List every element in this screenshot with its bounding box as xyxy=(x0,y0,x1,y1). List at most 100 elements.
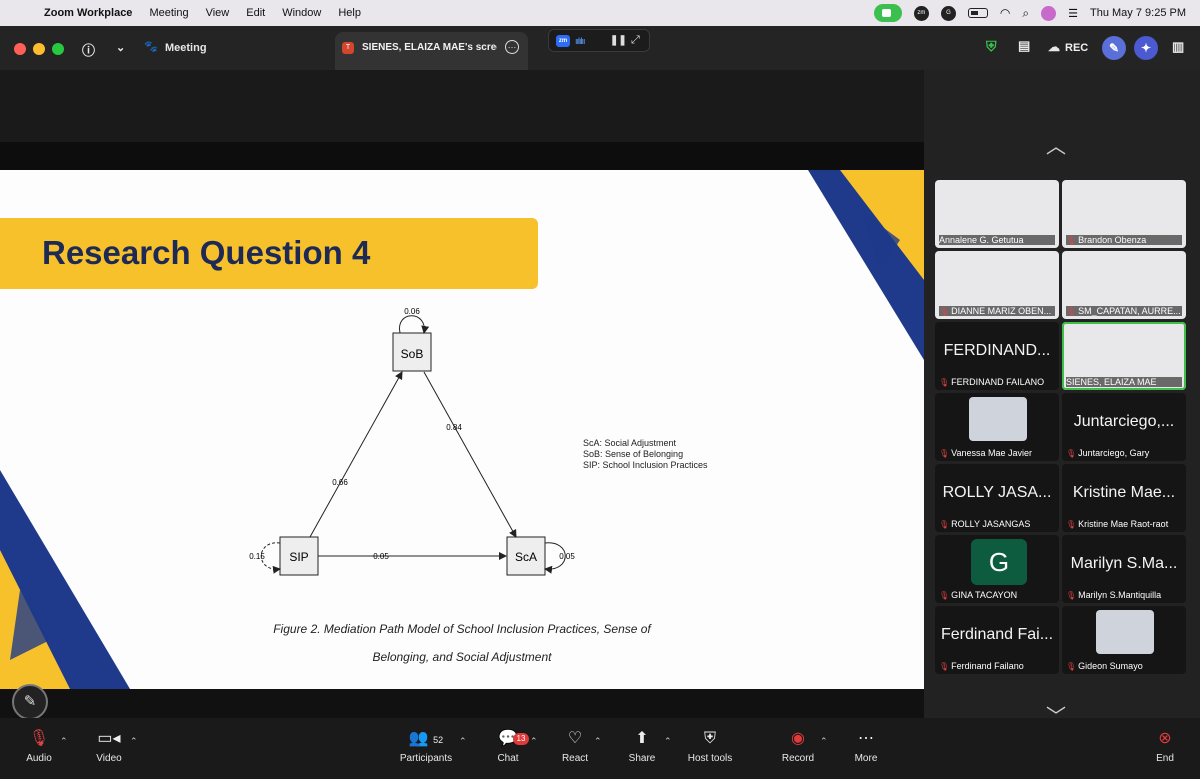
share-screen-icon: ⬆ xyxy=(635,730,649,747)
siri-icon[interactable] xyxy=(1041,5,1057,21)
abbreviation-legend: ScA: Social Adjustment SoB: Sense of Bel… xyxy=(583,438,708,471)
video-options-caret[interactable]: ⌃ xyxy=(130,736,138,747)
chevron-down-icon[interactable]: ⌄ xyxy=(116,41,125,54)
annotation-pencil-button[interactable]: ✎ xyxy=(12,684,48,720)
end-meeting-button[interactable]: ⊗ End xyxy=(1150,728,1180,764)
grammarly-icon[interactable]: G xyxy=(940,5,956,21)
record-options-caret[interactable]: ⌃ xyxy=(820,736,828,747)
participant-tile[interactable]: Juntarciego,... 🎙 Juntarciego, Gary xyxy=(1062,393,1186,461)
audio-wave-icon: ıılılıı xyxy=(575,36,585,46)
cloud-icon[interactable]: ☁ xyxy=(1048,40,1060,54)
menu-help[interactable]: Help xyxy=(338,7,361,19)
more-options-icon[interactable]: … xyxy=(505,40,519,54)
maximize-window-button[interactable] xyxy=(52,43,64,55)
mic-muted-icon: 🎙 xyxy=(1066,449,1077,458)
camera-in-use-icon[interactable] xyxy=(873,4,902,22)
mac-menubar: Zoom Workplace Meeting View Edit Window … xyxy=(0,0,1200,26)
legend-sip: SIP: School Inclusion Practices xyxy=(583,460,708,470)
share-button[interactable]: ⬆ Share xyxy=(626,728,658,764)
menu-app-name[interactable]: Zoom Workplace xyxy=(44,7,132,19)
react-options-caret[interactable]: ⌃ xyxy=(594,736,602,747)
ai-companion-icon[interactable]: ✦ xyxy=(1134,36,1158,60)
expand-icon[interactable]: ⤢ xyxy=(631,34,640,47)
chat-unread-badge: 13 xyxy=(513,733,529,745)
host-tools-button[interactable]: ⛨ Host tools xyxy=(684,728,736,764)
record-button[interactable]: ◉ Record xyxy=(779,728,817,764)
chat-options-caret[interactable]: ⌃ xyxy=(530,736,538,747)
mic-muted-icon: 🎙 xyxy=(939,591,950,600)
layout-icon[interactable]: ▥ xyxy=(1172,39,1184,55)
path-sob-sca xyxy=(423,371,517,538)
participant-display-name: Juntarciego,... xyxy=(1073,413,1175,430)
zoom-status-icon[interactable]: zm xyxy=(913,5,929,21)
participant-tile[interactable]: 🎙 Brandon Obenza xyxy=(1062,180,1186,248)
participant-tile[interactable]: SIENES, ELAIZA MAE xyxy=(1062,322,1186,390)
audio-button[interactable]: 🎙 Audio xyxy=(22,728,56,764)
share-options-caret[interactable]: ⌃ xyxy=(664,736,672,747)
participant-tile[interactable]: 🎙 Gideon Sumayo xyxy=(1062,606,1186,674)
video-button[interactable]: ▭◂ Video xyxy=(92,728,126,764)
more-button[interactable]: ⋯ More xyxy=(850,728,882,764)
wifi-icon[interactable]: ◠ xyxy=(1000,6,1010,20)
participant-name-text: Gideon Sumayo xyxy=(1078,661,1143,671)
participant-name: Annalene G. Getutua xyxy=(939,235,1055,245)
annotate-pen-icon[interactable]: ✎ xyxy=(1102,36,1126,60)
mic-muted-icon: 🎙 xyxy=(1066,307,1077,316)
meeting-label[interactable]: Meeting xyxy=(165,42,207,54)
menu-view[interactable]: View xyxy=(206,7,230,19)
mic-muted-icon: 🎙 xyxy=(939,449,950,458)
participant-name: 🎙 DIANNE MARIZ OBEN... xyxy=(939,306,1055,316)
screen-share-tab[interactable]: T SIENES, ELAIZA MAE's screen … xyxy=(335,32,528,70)
participant-tile[interactable]: Marilyn S.Ma... 🎙 Marilyn S.Mantiquilla xyxy=(1062,535,1186,603)
audio-options-caret[interactable]: ⌃ xyxy=(60,736,68,747)
participants-button[interactable]: 👥 52 Participants xyxy=(396,728,456,764)
video-label: Video xyxy=(96,753,122,764)
participant-tile[interactable]: 🎙 Vanessa Mae Javier xyxy=(935,393,1059,461)
participant-initial-avatar: G xyxy=(971,539,1027,585)
participant-tile[interactable]: Kristine Mae... 🎙 Kristine Mae Raot-raot xyxy=(1062,464,1186,532)
participant-tile[interactable]: FERDINAND... 🎙 FERDINAND FAILANO xyxy=(935,322,1059,390)
audio-label: Audio xyxy=(26,753,52,764)
mic-muted-icon: 🎙 xyxy=(1066,591,1077,600)
participant-tile[interactable]: Annalene G. Getutua xyxy=(935,180,1059,248)
zoom-badge-icon: zm xyxy=(556,35,570,47)
menu-meeting[interactable]: Meeting xyxy=(149,7,188,19)
minimize-window-button[interactable] xyxy=(33,43,45,55)
menubar-datetime[interactable]: Thu May 7 9:25 PM xyxy=(1090,7,1186,19)
host-tools-label: Host tools xyxy=(687,753,733,764)
sob-sca-coefficient: 0.84 xyxy=(446,423,462,432)
participant-tile[interactable]: ROLLY JASA... 🎙 ROLLY JASANGAS xyxy=(935,464,1059,532)
share-bottom-strip xyxy=(0,689,924,718)
participant-tile[interactable]: Ferdinand Fai... 🎙 Ferdinand Failano xyxy=(935,606,1059,674)
mic-muted-icon: 🎙 xyxy=(1066,236,1077,245)
participant-name-text: SIENES, ELAIZA MAE xyxy=(1066,377,1157,387)
participant-display-name: ROLLY JASA... xyxy=(942,484,1052,501)
participant-tile[interactable]: G 🎙 GINA TACAYON xyxy=(935,535,1059,603)
shield-icon[interactable]: ⛨ xyxy=(986,38,997,55)
participant-tile[interactable]: 🎙 SM_CAPATAN, AURRE... xyxy=(1062,251,1186,319)
chevron-up-icon[interactable]: ︿ xyxy=(1046,130,1066,159)
heart-icon: ♡ xyxy=(567,730,583,747)
control-center-icon[interactable]: ☰ xyxy=(1068,7,1078,20)
chat-label: Chat xyxy=(497,753,519,764)
menu-edit[interactable]: Edit xyxy=(246,7,265,19)
close-window-button[interactable] xyxy=(14,43,26,55)
battery-icon[interactable] xyxy=(967,8,988,18)
rec-indicator[interactable]: REC xyxy=(1065,42,1088,54)
shield-icon: ⛨ xyxy=(703,730,716,747)
paw-icon[interactable]: 🐾 xyxy=(144,40,158,53)
notes-icon[interactable]: ▤ xyxy=(1018,38,1030,54)
participant-tile[interactable]: 🎙 DIANNE MARIZ OBEN... xyxy=(935,251,1059,319)
path-model-diagram: SoB SIP ScA 0.06 0.84 0.66 0.05 0.15 0.0… xyxy=(249,307,575,576)
react-button[interactable]: ♡ React xyxy=(560,728,590,764)
info-icon[interactable]: ⓘ xyxy=(82,40,95,59)
participant-name-text: Annalene G. Getutua xyxy=(939,235,1024,245)
menu-window[interactable]: Window xyxy=(282,7,321,19)
pause-icon[interactable]: ❚❚ xyxy=(610,35,627,46)
participants-options-caret[interactable]: ⌃ xyxy=(459,736,467,747)
talk-indicator[interactable]: zm ıılılıı ❚❚ ⤢ xyxy=(548,29,650,52)
search-icon[interactable]: ⌕ xyxy=(1022,6,1029,21)
sip-node-label: SIP xyxy=(289,550,308,564)
participant-name: 🎙 Vanessa Mae Javier xyxy=(939,448,1055,458)
path-sip-sob xyxy=(309,371,403,538)
